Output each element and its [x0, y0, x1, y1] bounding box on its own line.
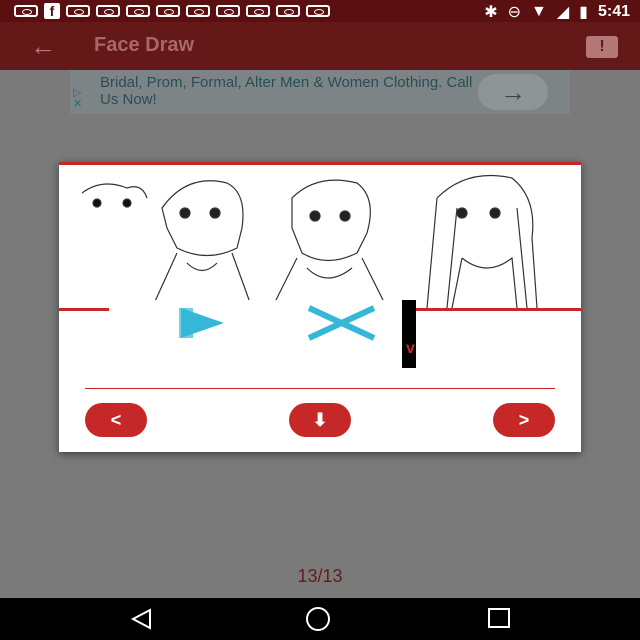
nav-back-icon[interactable]: [130, 608, 152, 630]
download-button[interactable]: ⬇: [289, 403, 351, 437]
page-indicator: 13/13: [297, 566, 343, 586]
status-bar: f ✱ ⊖ ▼ ◢ ▮ 5:41: [0, 0, 640, 22]
ad-choices-icon[interactable]: [109, 300, 414, 368]
notification-icon: [96, 5, 120, 17]
notification-icon: [156, 5, 180, 17]
next-button[interactable]: >: [493, 403, 555, 437]
drawing-image: [67, 168, 573, 310]
notification-icon: [216, 5, 240, 17]
wifi-icon: ▼: [531, 3, 547, 20]
facebook-icon: f: [44, 3, 60, 19]
nav-home-icon[interactable]: [306, 607, 330, 631]
notification-icons: f: [14, 3, 330, 19]
notification-icon: [66, 5, 90, 17]
notification-icon: [246, 5, 270, 17]
no-signal-icon: ◢: [556, 4, 570, 21]
ad-choices-icon[interactable]: ▷ ✕: [73, 88, 89, 112]
notification-icon: [14, 5, 38, 17]
previous-button[interactable]: <: [85, 403, 147, 437]
page-title: Face Draw: [94, 34, 195, 56]
navigation-bar: [0, 598, 640, 640]
dialog-top-border: [59, 162, 581, 165]
overlay-ad[interactable]: [109, 300, 414, 368]
clock: 5:41: [597, 3, 630, 20]
nav-recent-icon[interactable]: [488, 608, 510, 628]
divider: [85, 388, 555, 389]
anime-sketch-illustration: [81, 175, 538, 309]
ad-banner[interactable]: ▷ ✕ Bridal, Prom, Formal, Alter Men & Wom…: [70, 70, 570, 114]
app-bar: ← Face Draw !: [0, 22, 640, 70]
arrow-back-icon[interactable]: ←: [30, 33, 58, 59]
notification-icon: [306, 5, 330, 17]
notification-icon: [126, 5, 150, 17]
download-icon: ⬇: [312, 410, 328, 430]
notification-icon: [186, 5, 210, 17]
report-icon[interactable]: !: [586, 36, 618, 58]
obscured-text: v: [406, 340, 415, 357]
notification-icon: [276, 5, 300, 17]
arrow-right-icon[interactable]: →: [478, 74, 548, 110]
ad-text: Bridal, Prom, Formal, Alter Men & Women …: [100, 74, 473, 108]
battery-icon: ▮: [579, 4, 588, 21]
system-icons: ✱ ⊖ ▼ ◢ ▮ 5:41: [484, 2, 630, 22]
bluetooth-icon: ✱: [484, 4, 498, 21]
drawing-dialog: v < ⬇ >: [59, 162, 581, 452]
do-not-disturb-icon: ⊖: [507, 4, 521, 21]
